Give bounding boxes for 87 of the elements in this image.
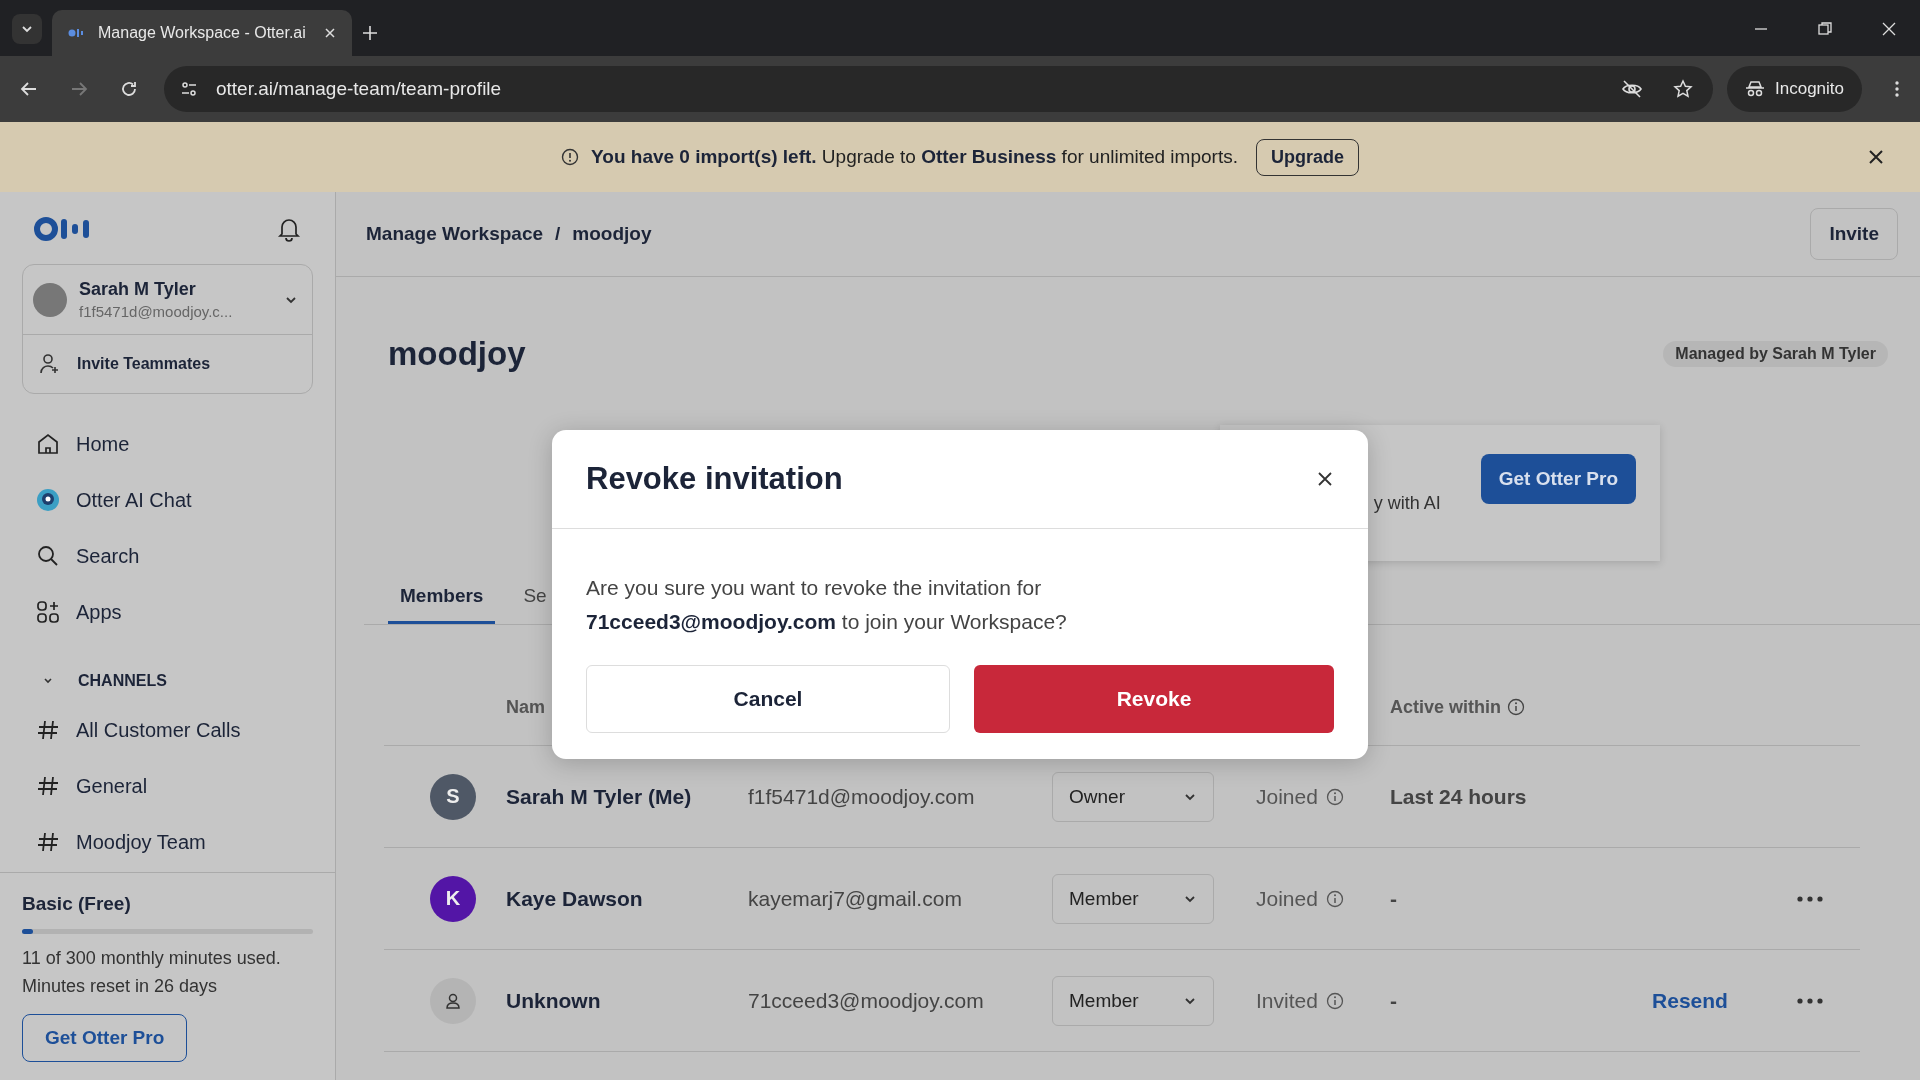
managed-by-badge: Managed by Sarah M Tyler <box>1663 341 1888 367</box>
back-icon[interactable] <box>20 80 38 98</box>
add-person-icon <box>39 353 61 375</box>
member-status: Invited <box>1256 988 1390 1013</box>
search-icon <box>36 544 60 568</box>
reset-text: Minutes reset in 26 days <box>22 975 219 998</box>
info-icon[interactable] <box>1325 991 1344 1010</box>
resend-link[interactable]: Resend <box>1652 988 1728 1013</box>
incognito-icon <box>1745 81 1765 97</box>
reload-icon[interactable] <box>120 80 138 98</box>
revoke-button[interactable]: Revoke <box>974 665 1334 733</box>
info-icon[interactable] <box>1507 698 1525 716</box>
hash-icon <box>36 718 60 742</box>
avatar-placeholder <box>33 282 67 317</box>
tab[interactable]: Members <box>388 571 496 624</box>
dialog-title: Revoke invitation <box>586 461 843 497</box>
breadcrumb-link[interactable]: Manage Workspace <box>366 223 544 245</box>
incognito-button[interactable]: Incognito <box>1727 66 1862 112</box>
user-email: f1f5471d@moodjoy.c... <box>79 303 234 320</box>
plan-name: Basic (Free) <box>22 893 132 915</box>
usage-text: 11 of 300 monthly minutes used. <box>22 947 282 970</box>
forward-icon[interactable] <box>70 80 88 98</box>
browser-tab[interactable]: Manage Workspace - Otter.ai <box>52 10 352 56</box>
info-icon[interactable] <box>1325 787 1344 806</box>
channel-item[interactable]: All Customer Calls <box>22 702 313 758</box>
promo-text: y with AI <box>1373 492 1441 514</box>
channel-item[interactable]: Moodjoy Team <box>22 814 313 870</box>
active-within: - <box>1390 886 1398 911</box>
breadcrumb-link[interactable]: moodjoy <box>572 223 652 245</box>
banner-message: You have 0 import(s) left. Upgrade to Otter Business for unlimited imports. <box>591 146 1238 168</box>
restore-icon[interactable] <box>1818 22 1832 36</box>
active-within: Last 24 hours <box>1390 784 1528 809</box>
channel-item[interactable]: General <box>22 758 313 814</box>
member-status: Joined <box>1256 784 1390 809</box>
avatar: S <box>430 773 476 820</box>
account-switcher[interactable]: Sarah M Tyler f1f5471d@moodjoy.c... <box>23 265 312 335</box>
hash-icon <box>36 830 60 854</box>
chevron-down-icon <box>21 23 33 35</box>
member-status: Joined <box>1256 886 1390 911</box>
member-name: Unknown <box>506 988 602 1013</box>
role-dropdown[interactable]: Owner <box>1052 771 1214 822</box>
get-otter-pro-button[interactable]: Get Otter Pro <box>1480 454 1636 504</box>
otter-face-icon <box>36 488 60 512</box>
column-header: Active within <box>1390 696 1525 718</box>
breadcrumb-separator: / <box>555 223 561 245</box>
nav-item[interactable]: Apps <box>22 584 313 640</box>
nav-item[interactable]: Home <box>22 416 313 472</box>
workspace-title: moodjoy <box>388 335 526 373</box>
member-email: 71cceed3@moodjoy.com <box>748 988 985 1013</box>
more-icon[interactable] <box>1797 997 1823 1004</box>
new-tab-icon[interactable] <box>362 25 378 41</box>
member-email: f1f5471d@moodjoy.com <box>748 784 976 809</box>
member-name: Sarah M Tyler (Me) <box>506 784 693 809</box>
home-icon <box>36 432 60 456</box>
cancel-button[interactable]: Cancel <box>586 665 950 733</box>
invite-button[interactable]: Invite <box>1810 208 1898 260</box>
user-name: Sarah M Tyler <box>79 279 197 300</box>
dialog-message: Are you sure you want to revoke the invitation for 71cceed3@moodjoy.com to join your Workspace? <box>586 575 1068 635</box>
avatar: K <box>430 875 476 922</box>
column-header: Nam <box>506 696 545 718</box>
address-field[interactable]: otter.ai/manage-team/team-profile <box>164 66 1713 112</box>
get-otter-pro-button[interactable]: Get Otter Pro <box>22 1014 188 1062</box>
info-icon[interactable] <box>1325 889 1344 908</box>
otter-logo-icon <box>68 28 86 38</box>
channels-header[interactable]: CHANNELS <box>22 640 313 702</box>
invite-teammates-button[interactable]: Invite Teammates <box>23 335 312 393</box>
hash-icon <box>36 774 60 798</box>
active-within: - <box>1390 988 1398 1013</box>
info-icon <box>561 148 579 166</box>
close-icon[interactable] <box>1316 470 1334 488</box>
close-icon[interactable] <box>1868 149 1884 165</box>
tab-title: Manage Workspace - Otter.ai <box>98 24 307 42</box>
nav-item[interactable]: Otter AI Chat <box>22 472 313 528</box>
tab-list-button[interactable] <box>12 14 42 44</box>
apps-icon <box>36 600 60 624</box>
bell-icon[interactable] <box>277 216 301 242</box>
eye-slash-icon[interactable] <box>1621 80 1643 98</box>
star-icon[interactable] <box>1673 79 1693 99</box>
role-dropdown[interactable]: Member <box>1052 873 1214 924</box>
more-icon[interactable] <box>1797 895 1823 902</box>
more-vertical-icon[interactable] <box>1894 80 1900 98</box>
role-dropdown[interactable]: Member <box>1052 975 1214 1026</box>
nav-item[interactable]: Search <box>22 528 313 584</box>
member-email: kayemarj7@gmail.com <box>748 886 963 911</box>
site-settings-icon[interactable] <box>180 80 198 98</box>
upgrade-button[interactable]: Upgrade <box>1255 138 1359 176</box>
member-name: Kaye Dawson <box>506 886 644 911</box>
